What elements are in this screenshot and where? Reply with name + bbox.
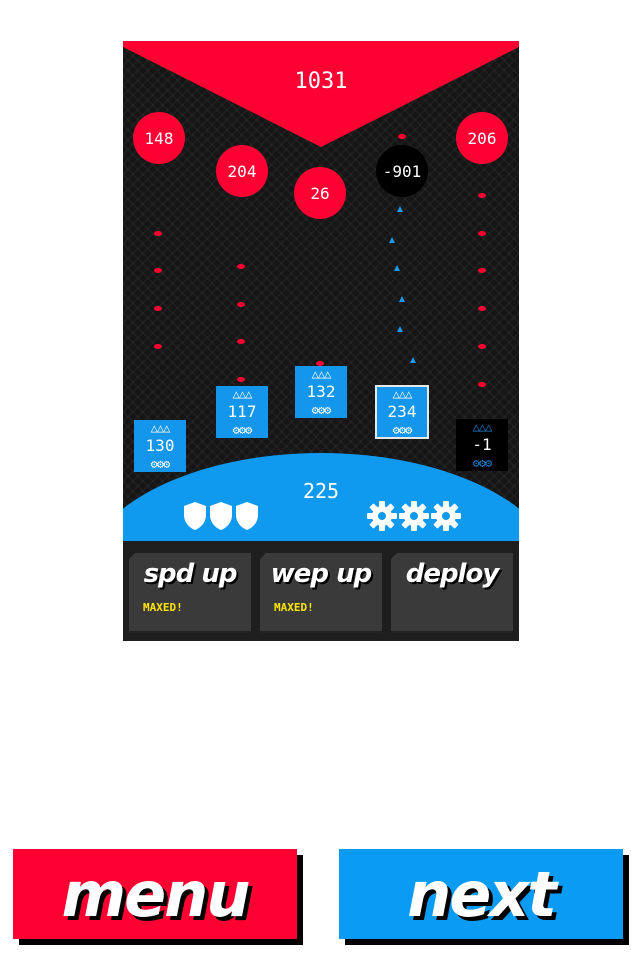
game-board[interactable]: 1031 148 204 26 -901 206 225 △△△ 130 ⚙⚙⚙…: [123, 41, 519, 641]
enemy-bullet: [478, 344, 486, 349]
player-bullet-icon: [394, 265, 400, 271]
unit-value: 132: [306, 382, 336, 401]
shield-row: [183, 501, 259, 531]
unit-triangles: △△△: [150, 421, 171, 435]
enemy-base-hp: 1031: [294, 69, 348, 94]
enemy-bullet: [478, 231, 486, 236]
unit-gears: ⚙⚙⚙: [472, 456, 493, 470]
next-button[interactable]: next: [339, 849, 623, 939]
enemy-bullet: [478, 382, 486, 387]
enemy-circle[interactable]: 204: [216, 145, 268, 197]
deploy-label: deploy: [405, 559, 500, 589]
next-label: next: [407, 857, 557, 931]
shield-icon: [236, 502, 258, 530]
player-bullet-icon: [397, 326, 403, 332]
unit-card-dead[interactable]: △△△ -1 ⚙⚙⚙: [456, 419, 508, 471]
gear-icon: [399, 501, 429, 531]
enemy-circle[interactable]: 26: [294, 167, 346, 219]
enemy-circle[interactable]: 148: [133, 112, 185, 164]
unit-triangles: △△△: [311, 367, 332, 381]
unit-gears: ⚙⚙⚙: [311, 403, 332, 417]
shield-icon: [184, 502, 206, 530]
enemy-bullet: [154, 306, 162, 311]
unit-triangles: △△△: [232, 387, 253, 401]
unit-value: 117: [227, 402, 257, 421]
unit-triangles: △△△: [472, 420, 493, 434]
menu-button[interactable]: menu: [13, 849, 297, 939]
unit-value: 130: [145, 436, 175, 455]
enemy-bullet: [154, 344, 162, 349]
enemy-bullet: [478, 268, 486, 273]
gear-icon: [367, 501, 397, 531]
enemy-bullet: [237, 264, 245, 269]
enemy-bullet: [398, 134, 406, 139]
deploy-button[interactable]: deploy: [391, 553, 513, 633]
unit-gears: ⚙⚙⚙: [392, 423, 413, 437]
spd-up-button[interactable]: spd up MAXED!: [129, 553, 251, 633]
wep-up-label: wep up: [270, 559, 372, 589]
unit-card[interactable]: △△△ 132 ⚙⚙⚙: [295, 366, 347, 418]
unit-gears: ⚙⚙⚙: [232, 423, 253, 437]
enemy-bullet: [237, 302, 245, 307]
wep-up-button[interactable]: wep up MAXED!: [260, 553, 382, 633]
enemy-bullet: [237, 339, 245, 344]
unit-card-selected[interactable]: △△△ 234 ⚙⚙⚙: [375, 385, 429, 439]
unit-card[interactable]: △△△ 117 ⚙⚙⚙: [216, 386, 268, 438]
upgrade-bar: spd up MAXED! wep up MAXED! deploy: [123, 541, 519, 641]
enemy-circle[interactable]: 206: [456, 112, 508, 164]
enemy-bullet: [154, 231, 162, 236]
unit-value: -1: [472, 435, 492, 454]
enemy-bullet: [478, 193, 486, 198]
player-bullet-icon: [389, 237, 395, 243]
enemy-bullet: [154, 268, 162, 273]
menu-label: menu: [61, 857, 251, 931]
enemy-bullet: [478, 306, 486, 311]
player-bullet-icon: [410, 357, 416, 363]
unit-card[interactable]: △△△ 130 ⚙⚙⚙: [134, 420, 186, 472]
enemy-circle[interactable]: -901: [376, 145, 428, 197]
wep-up-status: MAXED!: [274, 601, 314, 614]
spd-up-status: MAXED!: [143, 601, 183, 614]
player-base-hp: 225: [302, 479, 340, 503]
unit-value: 234: [387, 402, 417, 421]
unit-triangles: △△△: [392, 387, 413, 401]
enemy-bullet: [237, 377, 245, 382]
unit-gears: ⚙⚙⚙: [150, 457, 171, 471]
gear-icon: [431, 501, 461, 531]
player-bullet-icon: [399, 296, 405, 302]
shield-icon: [210, 502, 232, 530]
gear-row: [367, 501, 461, 531]
player-bullet-icon: [397, 206, 403, 212]
spd-up-label: spd up: [143, 559, 238, 589]
